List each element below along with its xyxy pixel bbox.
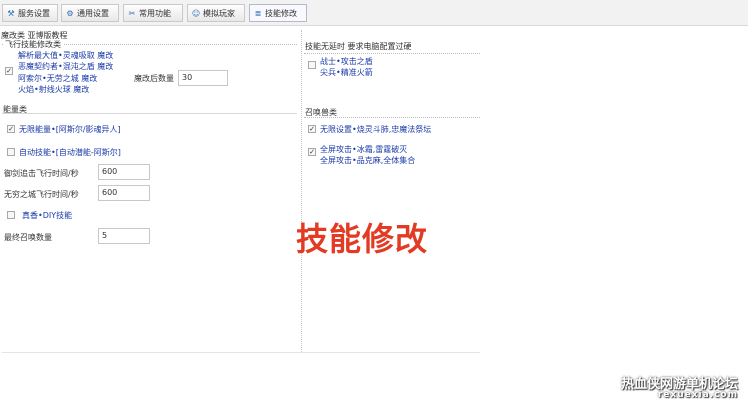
no-delay-checkbox[interactable] [308, 61, 316, 69]
sword-flight-label: 御剑追击飞行时间/秒 [4, 169, 79, 178]
flight-line: 火焰•射线火球 魔改 [18, 85, 90, 94]
tab-label: 通用设置 [77, 8, 109, 18]
tools-icon: ✂ [128, 8, 136, 18]
ability-group-title: 能量类 [3, 105, 27, 114]
no-delay-title: 技能无延时 要求电脑配置过硬 [305, 42, 412, 51]
summon-option-2-checkbox[interactable]: ✓ [308, 148, 316, 156]
flight-line: 恶魔契约者•混沌之盾 魔改 [18, 62, 114, 71]
diy-skill-checkbox[interactable] [7, 211, 15, 219]
auto-skill-checkbox[interactable] [7, 148, 15, 156]
summon-option-2-line: 全屏攻击•冰霜,雷霆破灭 [320, 145, 408, 154]
user-icon: ☺ [191, 8, 201, 18]
no-delay-line: 战士•攻击之盾 [320, 57, 373, 66]
count-input[interactable]: 30 [178, 70, 228, 86]
flight-line: 解析最大值•灵魂吸取 魔改 [18, 51, 114, 60]
flight-skill-checkbox[interactable]: ✓ [5, 67, 13, 75]
tab-skill-modify[interactable]: ≣ 技能修改 [249, 4, 307, 22]
infinite-city-label: 无穷之城飞行时间/秒 [4, 190, 79, 199]
no-delay-line: 尖兵•精准火箭 [320, 68, 373, 77]
tab-label: 常用功能 [139, 8, 171, 18]
auto-skill-label: 自动技能•[自动潜能-阿斯尔] [19, 148, 121, 157]
diy-skill-label: 真香•DIY技能 [22, 211, 73, 220]
column-divider [301, 30, 303, 352]
tab-label: 服务设置 [18, 8, 50, 18]
skill-icon: ≣ [254, 8, 262, 18]
summon-option-1-label: 无限设置•烧灵斗肺,忠魔法祭坛 [320, 125, 432, 134]
settings-icon: ⚙ [66, 8, 74, 18]
tab-common-functions[interactable]: ✂ 常用功能 [123, 4, 183, 22]
summon-option-2-line: 全屏攻击•品克麻,全体集合 [320, 156, 416, 165]
wrench-icon: ⚒ [7, 8, 15, 18]
tab-label: 技能修改 [265, 8, 297, 18]
ability-divider [2, 113, 297, 114]
summon-count-label: 最终召唤数量 [4, 233, 52, 242]
bottom-divider [2, 352, 480, 353]
tab-server-settings[interactable]: ⚒ 服务设置 [2, 4, 58, 22]
tab-general-settings[interactable]: ⚙ 通用设置 [61, 4, 119, 22]
watermark-url: rexuexia.com [657, 390, 738, 400]
summon-count-input[interactable]: 5 [98, 228, 150, 244]
tab-label: 模拟玩家 [203, 8, 235, 18]
flight-group-title: 飞行技能修改类 [3, 39, 63, 50]
flight-line: 阿索尔•无劳之城 魔改 [18, 74, 98, 83]
sword-flight-input[interactable]: 600 [98, 164, 150, 180]
count-label: 魔改后数量 [134, 74, 174, 83]
summon-option-1-checkbox[interactable]: ✓ [308, 125, 316, 133]
tab-simulate-player[interactable]: ☺ 模拟玩家 [187, 4, 245, 22]
toolbar: ⚒ 服务设置 ⚙ 通用设置 ✂ 常用功能 ☺ 模拟玩家 ≣ 技能修改 [0, 0, 748, 26]
infinite-energy-label: 无限能量•[阿斯尔/影魂异人] [19, 125, 121, 134]
infinite-city-input[interactable]: 600 [98, 185, 150, 201]
skill-modify-banner: 技能修改 [296, 220, 429, 258]
infinite-energy-checkbox[interactable]: ✓ [7, 125, 15, 133]
